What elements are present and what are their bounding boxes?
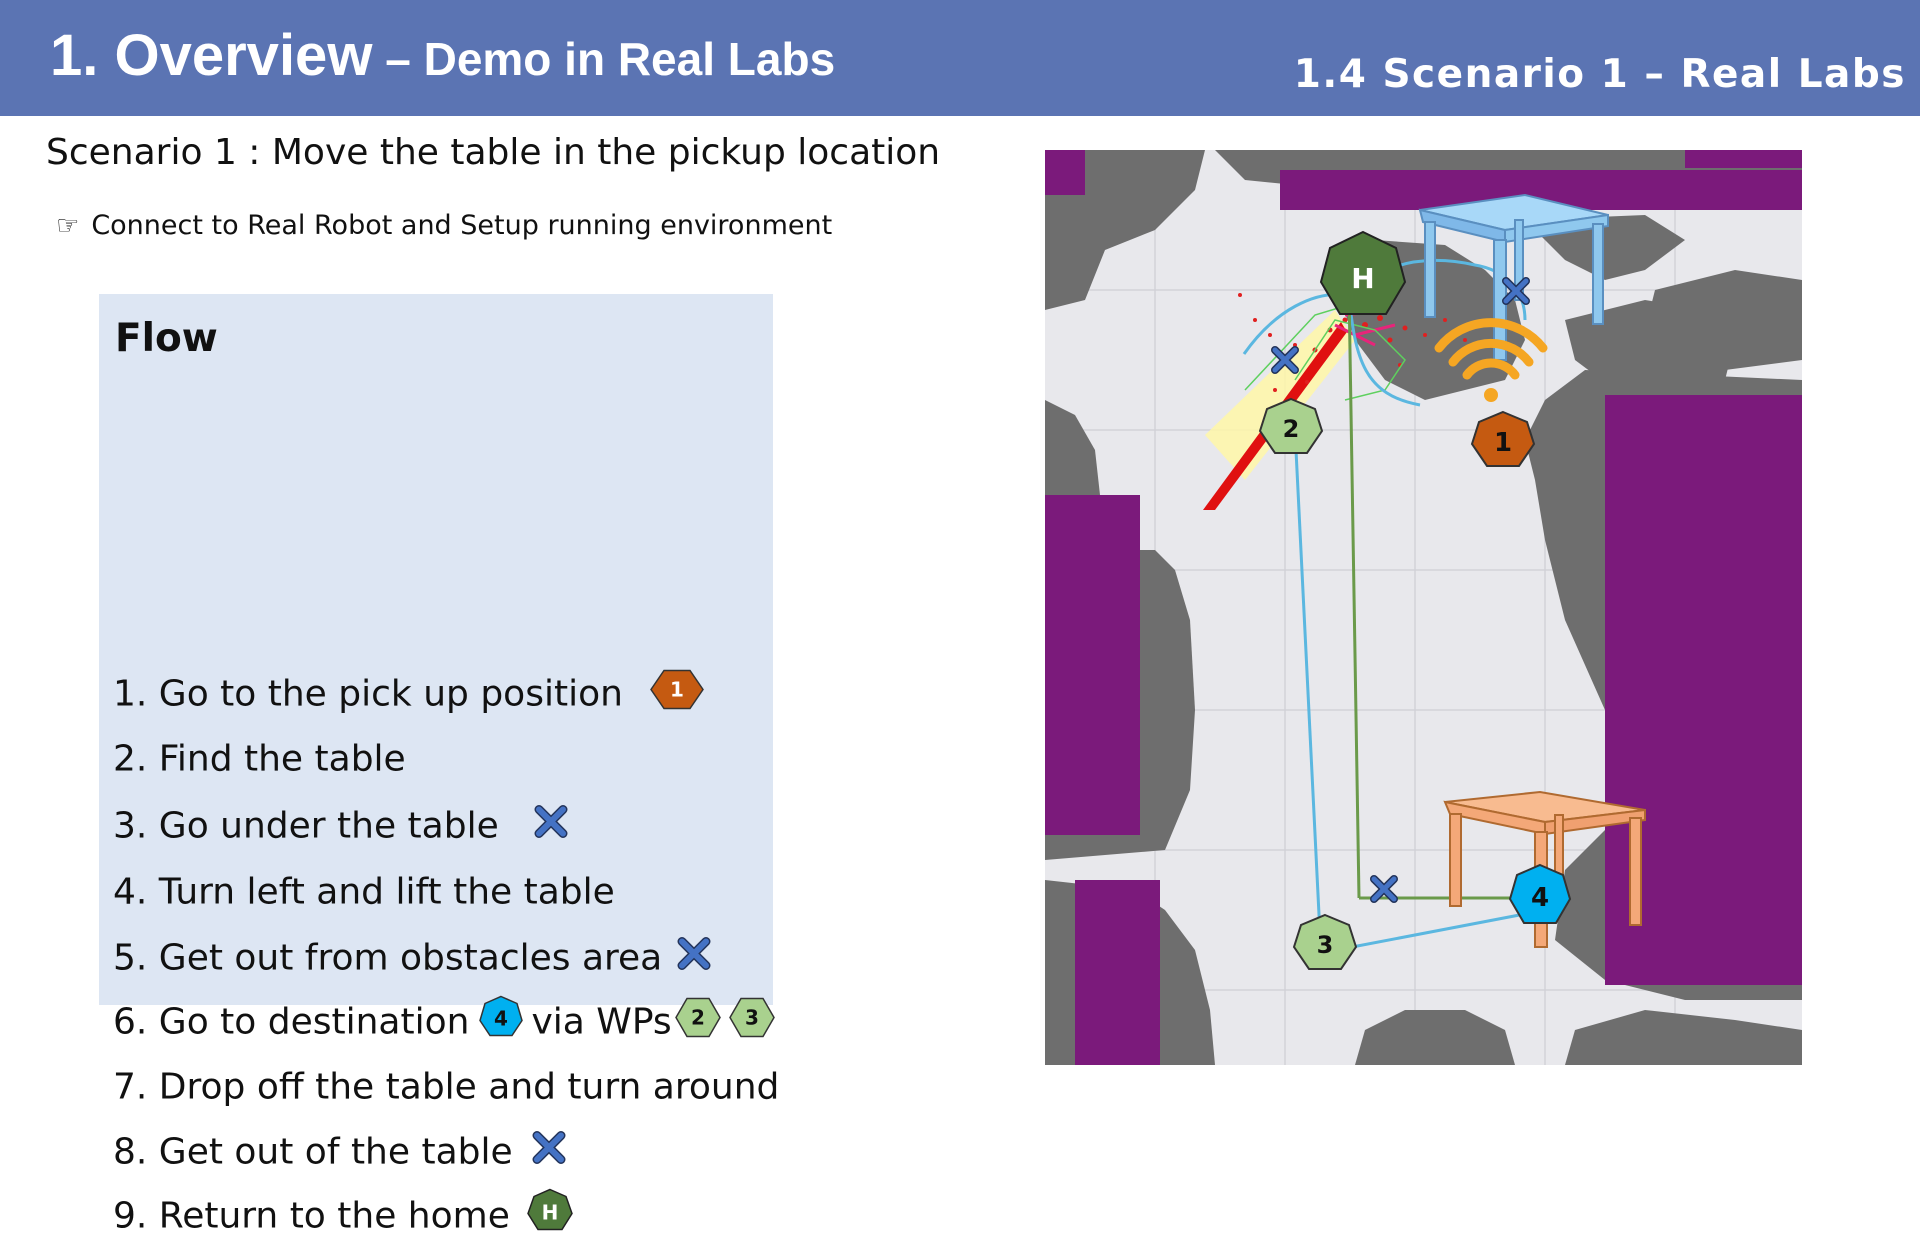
pickup-marker-icon: 1 xyxy=(649,668,705,721)
svg-text:2: 2 xyxy=(691,1006,705,1030)
pickup-marker-icon: 1 xyxy=(1470,410,1536,467)
svg-text:3: 3 xyxy=(745,1006,759,1030)
svg-text:3: 3 xyxy=(1317,931,1334,959)
svg-text:4: 4 xyxy=(1531,883,1549,913)
flow-step-text: 7. Drop off the table and turn around xyxy=(113,1066,780,1108)
flow-step-7: 7. Drop off the table and turn around xyxy=(113,1067,779,1108)
flow-step-text: 9. Return to the home xyxy=(113,1195,510,1237)
svg-text:H: H xyxy=(1351,262,1374,295)
flow-step-text: 5. Get out from obstacles area xyxy=(113,937,663,979)
flow-step-9: 9. Return to the home H xyxy=(113,1188,574,1245)
svg-text:H: H xyxy=(542,1201,559,1225)
flow-step-text: 2. Find the table xyxy=(113,738,406,780)
waypoint-3-icon: 3 xyxy=(728,995,776,1050)
destination-marker-icon: 4 xyxy=(1508,863,1572,924)
cross-marker-icon xyxy=(533,804,569,849)
flow-step-text: 8. Get out of the table xyxy=(113,1131,513,1173)
svg-text:1: 1 xyxy=(1494,428,1512,458)
svg-text:1: 1 xyxy=(670,678,684,702)
flow-step-4: 4. Turn left and lift the table xyxy=(113,872,615,913)
waypoint-2-icon: 2 xyxy=(1258,397,1324,454)
scenario-title: Scenario 1 : Move the table in the picku… xyxy=(46,132,941,173)
svg-text:2: 2 xyxy=(1283,415,1300,443)
flow-step-8: 8. Get out of the table xyxy=(113,1130,567,1175)
home-marker-icon: H xyxy=(526,1188,574,1245)
flow-step-text: 4. Turn left and lift the table xyxy=(113,871,615,913)
cross-marker-icon xyxy=(531,1130,567,1175)
flow-step-text: 6. Go to destination xyxy=(113,1001,470,1043)
flow-step-text: 3. Go under the table xyxy=(113,805,499,847)
flow-step-5: 5. Get out from obstacles area xyxy=(113,936,712,981)
waypoint-3-icon: 3 xyxy=(1292,913,1358,970)
flow-step-1: 1. Go to the pick up position 1 xyxy=(113,668,705,721)
flow-step-3: 3. Go under the table xyxy=(113,804,569,849)
flow-step-text: 1. Go to the pick up position xyxy=(113,673,623,715)
cross-marker-icon xyxy=(676,936,712,981)
pointing-hand-icon: ☞ xyxy=(56,211,80,241)
flow-title: Flow xyxy=(115,316,218,361)
lab-map: H 1 2 3 4 xyxy=(1045,150,1802,1065)
section-label: 1.4 Scenario 1 – Real Labs xyxy=(1293,52,1906,97)
waypoint-2-icon: 2 xyxy=(674,995,722,1050)
destination-marker-icon: 4 xyxy=(477,995,525,1050)
flow-step-2: 2. Find the table xyxy=(113,739,406,780)
occupancy-map: H 1 2 3 4 xyxy=(1045,150,1802,1065)
flow-step-text: via WPs xyxy=(531,1001,672,1043)
connect-note: ☞ Connect to Real Robot and Setup running… xyxy=(56,210,832,241)
svg-text:4: 4 xyxy=(494,1007,508,1031)
connect-text: Connect to Real Robot and Setup running … xyxy=(91,210,833,241)
header-bar: 1. Overview – Demo in Real Labs 1.4 Scen… xyxy=(0,0,1920,116)
flow-step-6: 6. Go to destination 4 via WPs 2 3 xyxy=(113,995,776,1050)
slide-title: 1. Overview – Demo in Real Labs xyxy=(50,23,836,88)
flow-box: Flow 1. Go to the pick up position 1 2. … xyxy=(99,294,779,1237)
